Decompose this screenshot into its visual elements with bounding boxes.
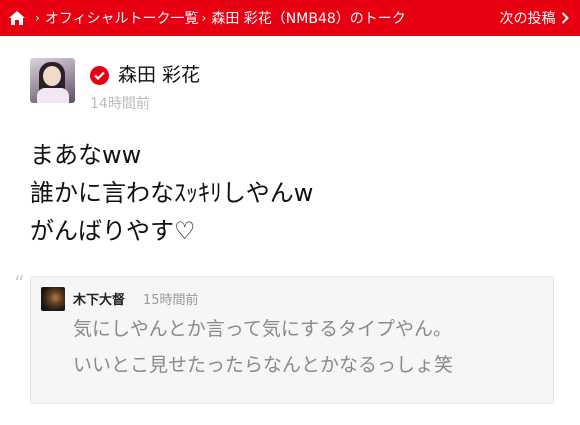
header-bar: › オフィシャルトーク一覧 › 森田 彩花（NMB48）のトーク 次の投稿 [0,0,580,36]
quote-icon: “ [14,271,25,295]
post-author[interactable]: 森田 彩花 [118,60,200,87]
home-link[interactable] [2,0,32,36]
reply-avatar[interactable] [41,287,65,311]
breadcrumb-member-talk[interactable]: 森田 彩花（NMB48）のトーク [211,8,405,28]
post-line: がんばりやす♡ [30,217,196,245]
avatar[interactable] [30,58,75,103]
breadcrumb-separator: › [201,11,207,25]
next-post-button[interactable]: 次の投稿 [488,0,580,36]
chevron-right-icon [561,12,569,24]
official-check-icon [90,66,109,85]
post-timestamp: 14時間前 [90,96,150,112]
post-body: まあなww 誰かに言わなｽｯｷﾘしやんw がんばりやす♡ [30,136,313,250]
post-line: 誰かに言わなｽｯｷﾘしやんw [30,179,314,207]
breadcrumb-official-talk-list[interactable]: オフィシャルトーク一覧 [45,8,199,28]
reply-author[interactable]: 木下大督 [73,289,125,308]
next-post-label: 次の投稿 [499,11,556,27]
quoted-reply[interactable]: 木下大督 15時間前 気にしやんとか言って気にするタイプやん。 いいとこ見せたっ… [30,276,554,404]
post-line: まあなww [30,141,142,169]
reply-timestamp: 15時間前 [143,293,199,308]
reply-body: 気にしやんとか言って気にするタイプやん。 いいとこ見せたったらなんとかなるっしょ… [73,311,453,383]
home-icon [9,11,25,25]
reply-line: 気にしやんとか言って気にするタイプやん。 [73,318,453,340]
reply-line: いいとこ見せたったらなんとかなるっしょ笑 [73,354,454,376]
breadcrumb-separator: › [35,11,40,25]
